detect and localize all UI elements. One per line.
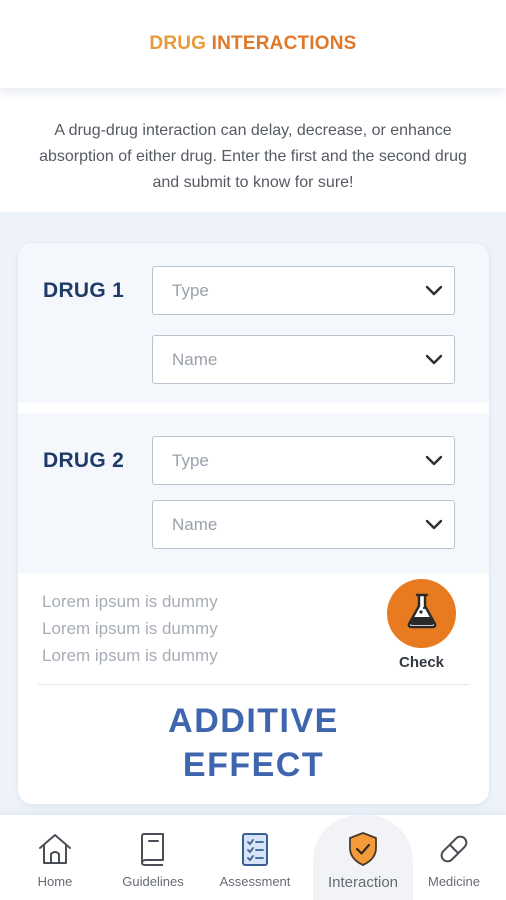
pill-icon bbox=[437, 829, 471, 869]
chevron-down-icon bbox=[414, 519, 454, 531]
drug2-type-select[interactable]: Type bbox=[152, 436, 455, 485]
bottom-nav: Home Guidelines Assessment Interaction M… bbox=[0, 815, 506, 900]
nav-item-guidelines[interactable]: Guidelines bbox=[103, 815, 203, 900]
nav-item-assessment[interactable]: Assessment bbox=[205, 815, 305, 900]
nav-item-medicine[interactable]: Medicine bbox=[404, 815, 504, 900]
drug1-name-placeholder: Name bbox=[172, 349, 218, 369]
interaction-result: ADDITIVE EFFECT bbox=[18, 699, 489, 787]
description-line: Lorem ipsum is dummy bbox=[42, 646, 218, 665]
drug1-type-select[interactable]: Type bbox=[152, 266, 455, 315]
title-part-drug: DRUG bbox=[149, 33, 207, 54]
result-line-2: EFFECT bbox=[182, 746, 325, 784]
nav-label-home: Home bbox=[37, 874, 73, 889]
shield-check-icon bbox=[347, 829, 379, 869]
check-button-label[interactable]: Check bbox=[387, 654, 456, 671]
chevron-down-icon bbox=[414, 354, 454, 366]
intro-text: A drug-drug interaction can delay, decre… bbox=[39, 122, 467, 191]
card-separator bbox=[18, 403, 489, 413]
chevron-down-icon bbox=[414, 285, 454, 297]
drug1-type-placeholder: Type bbox=[172, 280, 209, 300]
description-lines: Lorem ipsum is dummy Lorem ipsum is dumm… bbox=[42, 588, 218, 669]
page-title: DRUG INTERACTIONS bbox=[149, 33, 356, 55]
check-button[interactable] bbox=[387, 579, 456, 648]
description-line: Lorem ipsum is dummy bbox=[42, 592, 218, 611]
nav-item-interaction[interactable]: Interaction bbox=[313, 815, 413, 900]
nav-label-medicine: Medicine bbox=[427, 874, 481, 889]
drug1-name-select[interactable]: Name bbox=[152, 335, 455, 384]
title-part-interactions: INTERACTIONS bbox=[211, 33, 357, 54]
nav-item-home[interactable]: Home bbox=[5, 815, 105, 900]
result-line-1: ADDITIVE bbox=[168, 702, 339, 740]
interaction-card: DRUG 1 Type Name DRUG 2 Type Name Lorem … bbox=[18, 243, 489, 804]
clipboard-icon bbox=[240, 829, 270, 869]
app-header: DRUG INTERACTIONS bbox=[0, 0, 506, 88]
drug1-label: DRUG 1 bbox=[43, 279, 125, 302]
nav-label-assessment: Assessment bbox=[219, 874, 291, 889]
nav-label-guidelines: Guidelines bbox=[122, 874, 184, 889]
drug2-label: DRUG 2 bbox=[43, 449, 125, 472]
book-icon bbox=[138, 829, 168, 869]
chevron-down-icon bbox=[414, 455, 454, 467]
divider bbox=[38, 684, 469, 685]
flask-icon bbox=[404, 592, 440, 635]
description-line: Lorem ipsum is dummy bbox=[42, 619, 218, 638]
drug2-type-placeholder: Type bbox=[172, 450, 209, 470]
drug2-name-placeholder: Name bbox=[172, 514, 218, 534]
home-icon bbox=[37, 829, 73, 869]
nav-label-interaction: Interaction bbox=[327, 874, 399, 891]
drug2-name-select[interactable]: Name bbox=[152, 500, 455, 549]
